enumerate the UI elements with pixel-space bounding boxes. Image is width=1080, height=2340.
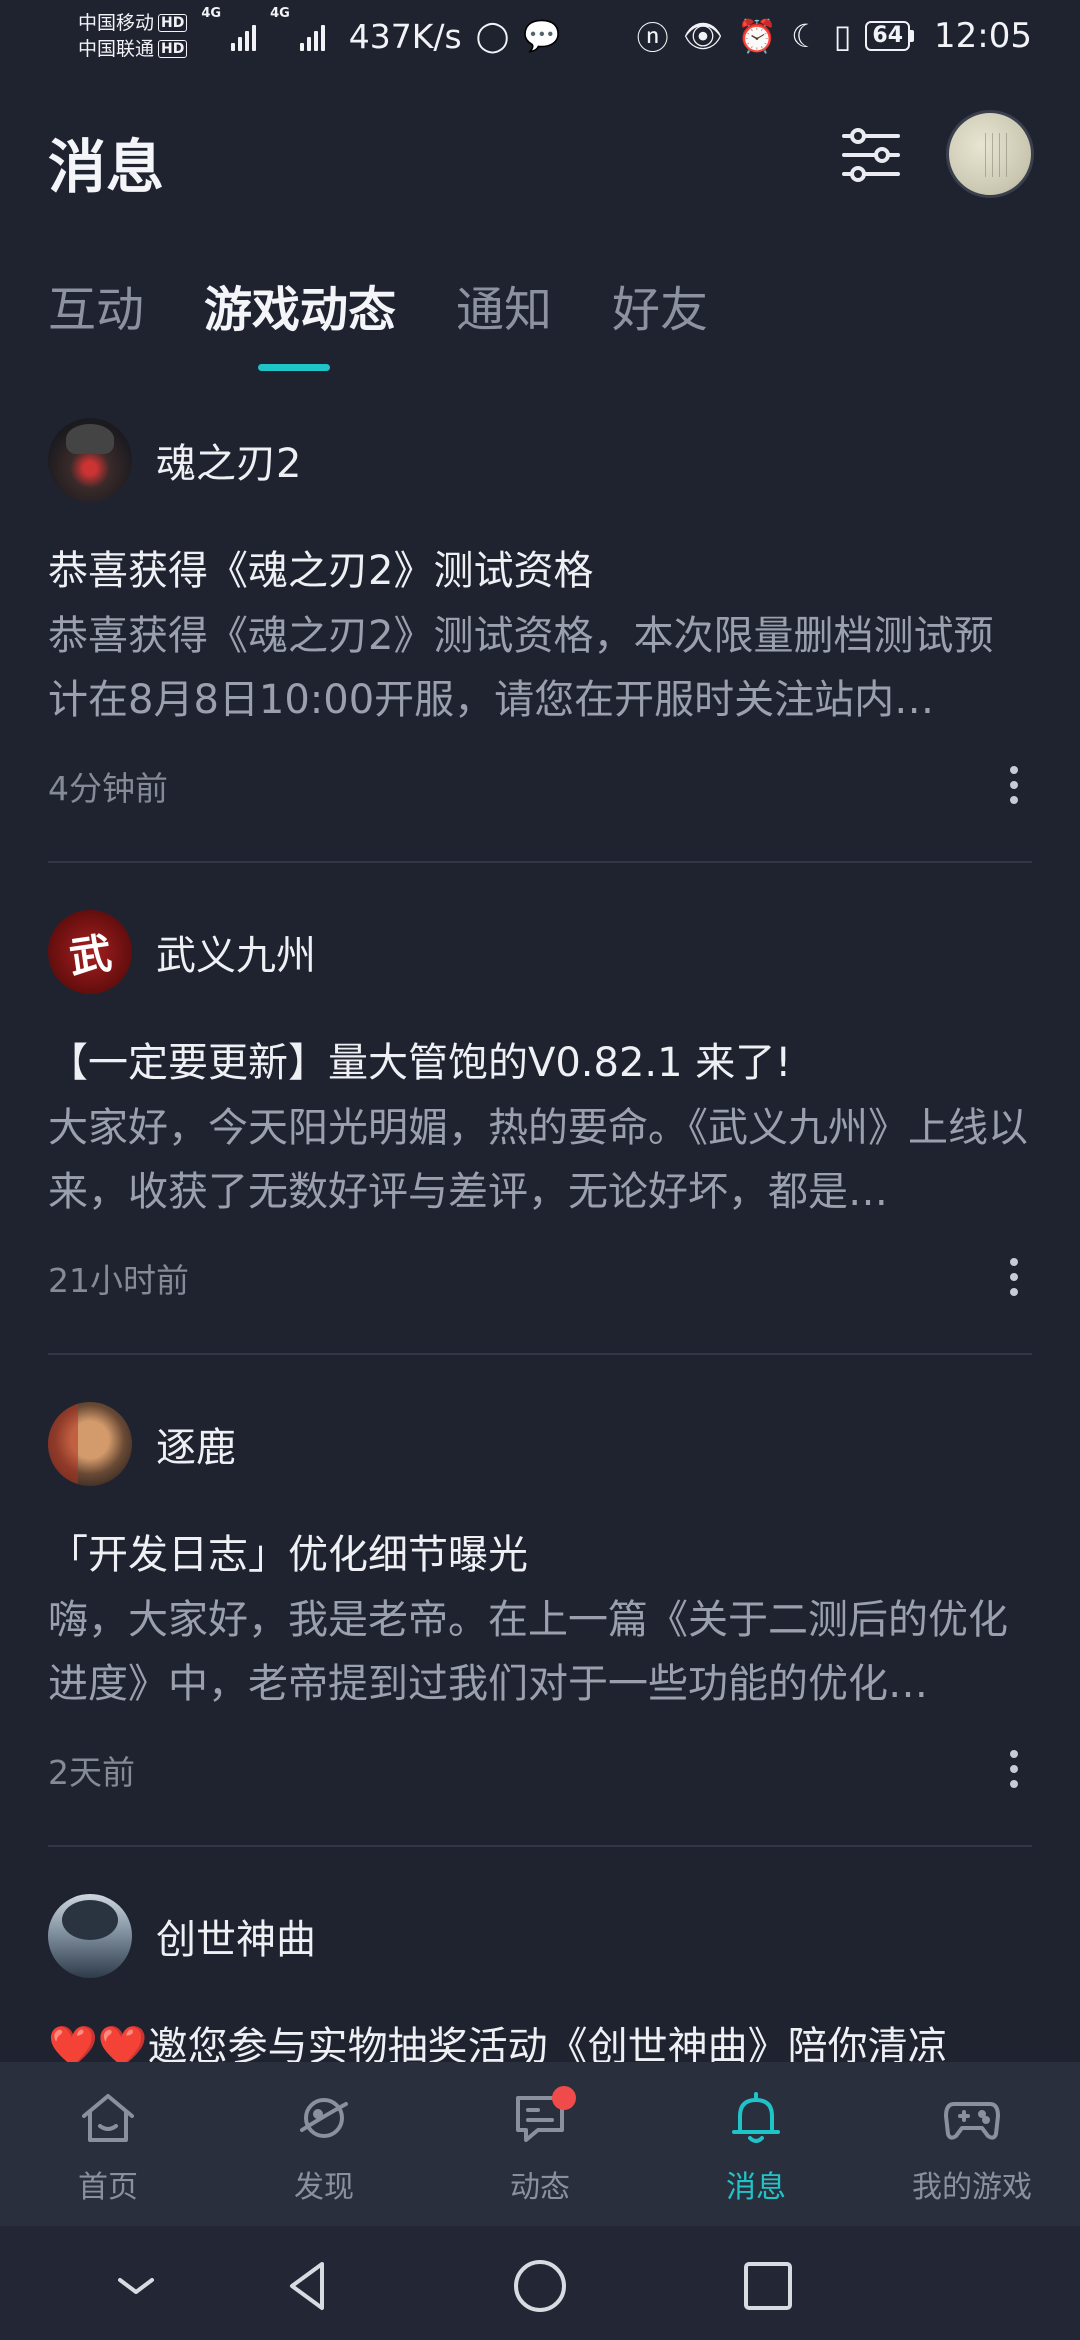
header: 消息 xyxy=(0,110,1080,210)
sync-icon: ◯ xyxy=(475,18,510,54)
tab-interaction[interactable]: 互动 xyxy=(48,270,144,340)
game-name[interactable]: 武义九州 xyxy=(156,923,316,981)
nav-feed[interactable]: 动态 xyxy=(432,2062,648,2226)
collapse-icon[interactable] xyxy=(106,2256,166,2316)
game-avatar[interactable] xyxy=(48,1402,132,1486)
gamepad-icon xyxy=(944,2102,1000,2140)
tab-notifications[interactable]: 通知 xyxy=(456,270,552,340)
moon-icon: ☾ xyxy=(791,17,820,55)
signal-icon-1 xyxy=(231,21,257,51)
game-avatar[interactable] xyxy=(48,1894,132,1978)
avatar-glyph: 武 xyxy=(66,927,115,983)
home-icon xyxy=(82,2094,134,2142)
more-options-button[interactable] xyxy=(996,1254,1032,1300)
game-name[interactable]: 逐鹿 xyxy=(156,1415,236,1473)
home-button-icon[interactable] xyxy=(510,2256,570,2316)
post-time: 2天前 xyxy=(48,1753,135,1792)
page-title: 消息 xyxy=(48,133,165,201)
sliders-icon xyxy=(842,128,900,182)
notification-badge xyxy=(552,2086,576,2110)
clock: 12:05 xyxy=(934,16,1032,56)
nav-label: 我的游戏 xyxy=(912,2170,1032,2205)
divider xyxy=(48,1353,1032,1355)
wechat-icon: 💬 xyxy=(523,18,561,54)
back-icon[interactable] xyxy=(278,2256,338,2316)
feed-item[interactable]: 武 武义九州 【一定要更新】量大管饱的V0.82.1 来了! 大家好，今天阳光明… xyxy=(0,902,1080,1394)
game-avatar[interactable]: 武 xyxy=(48,910,132,994)
tab-friends[interactable]: 好友 xyxy=(612,270,708,340)
signal-icon-2 xyxy=(299,21,325,51)
more-options-button[interactable] xyxy=(996,762,1032,808)
alarm-icon: ⏰ xyxy=(737,17,778,55)
carrier-1: 中国移动 xyxy=(78,12,155,34)
post-time: 4分钟前 xyxy=(48,769,168,808)
nfc-icon: ⓝ xyxy=(636,19,669,57)
eye-icon: 👁 xyxy=(682,17,724,55)
message-feed[interactable]: 魂之刃2 恭喜获得《魂之刃2》测试资格 恭喜获得《魂之刃2》测试资格，本次限量删… xyxy=(0,410,1080,2340)
more-options-button[interactable] xyxy=(996,1746,1032,1792)
feed-item[interactable]: 逐鹿 「开发日志」优化细节曝光 嗨，大家好，我是老帝。在上一篇《关于二测后的优化… xyxy=(0,1394,1080,1886)
nav-label: 发现 xyxy=(294,2170,354,2205)
divider xyxy=(48,1845,1032,1847)
bottom-nav: 首页 发现 动态 消息 我的游戏 xyxy=(0,2062,1080,2226)
post-title[interactable]: 恭喜获得《魂之刃2》测试资格 xyxy=(48,538,593,596)
nav-label: 动态 xyxy=(510,2170,570,2205)
divider xyxy=(48,861,1032,863)
system-navigation-bar xyxy=(0,2226,1080,2340)
feed-item[interactable]: 魂之刃2 恭喜获得《魂之刃2》测试资格 恭喜获得《魂之刃2》测试资格，本次限量删… xyxy=(0,410,1080,902)
post-title[interactable]: 「开发日志」优化细节曝光 xyxy=(48,1522,528,1580)
nav-label: 消息 xyxy=(726,2170,786,2205)
post-body[interactable]: 嗨，大家好，我是老帝。在上一篇《关于二测后的优化进度》中，老帝提到过我们对于一些… xyxy=(48,1588,1032,1716)
hd-badge-2: HD xyxy=(158,40,188,58)
tab-bar: 互动 游戏动态 通知 好友 xyxy=(48,270,708,340)
nav-my-games[interactable]: 我的游戏 xyxy=(864,2062,1080,2226)
status-bar: 中国移动 HD 中国联通 HD 4G 4G 437K/s ◯ 💬 ⓝ 👁 ⏰ ☾ ▯… xyxy=(0,0,1080,72)
recents-icon[interactable] xyxy=(738,2256,798,2316)
game-avatar[interactable] xyxy=(48,418,132,502)
post-body[interactable]: 恭喜获得《魂之刃2》测试资格，本次限量删档测试预计在8月8日10:00开服，请您… xyxy=(48,604,1032,732)
post-title[interactable]: 【一定要更新】量大管饱的V0.82.1 来了! xyxy=(48,1030,791,1088)
nav-home[interactable]: 首页 xyxy=(0,2062,216,2226)
game-name[interactable]: 魂之刃2 xyxy=(156,431,301,489)
hd-badge-1: HD xyxy=(158,14,188,32)
post-body[interactable]: 大家好，今天阳光明媚，热的要命。《武义九州》上线以来，收获了无数好评与差评，无论… xyxy=(48,1096,1032,1224)
planet-icon xyxy=(300,2098,348,2138)
network-type-2: 4G xyxy=(270,6,290,21)
nav-messages[interactable]: 消息 xyxy=(648,2062,864,2226)
tab-game-news[interactable]: 游戏动态 xyxy=(204,270,396,340)
carrier-2: 中国联通 xyxy=(78,38,155,60)
vibrate-icon: ▯ xyxy=(833,17,852,55)
battery-level: 64 xyxy=(865,21,911,51)
battery-icon: 64 xyxy=(865,21,915,51)
filter-settings-button[interactable] xyxy=(836,120,906,190)
nav-label: 首页 xyxy=(78,2170,138,2205)
user-avatar[interactable] xyxy=(946,110,1034,198)
carrier-info: 中国移动 HD 中国联通 HD xyxy=(78,10,188,62)
active-tab-indicator xyxy=(258,364,330,371)
nav-discover[interactable]: 发现 xyxy=(216,2062,432,2226)
network-type-1: 4G xyxy=(201,6,222,21)
post-time: 21小时前 xyxy=(48,1261,189,1300)
net-speed: 437K/s xyxy=(348,16,462,56)
bell-icon xyxy=(732,2092,780,2143)
game-name[interactable]: 创世神曲 xyxy=(156,1907,316,1965)
